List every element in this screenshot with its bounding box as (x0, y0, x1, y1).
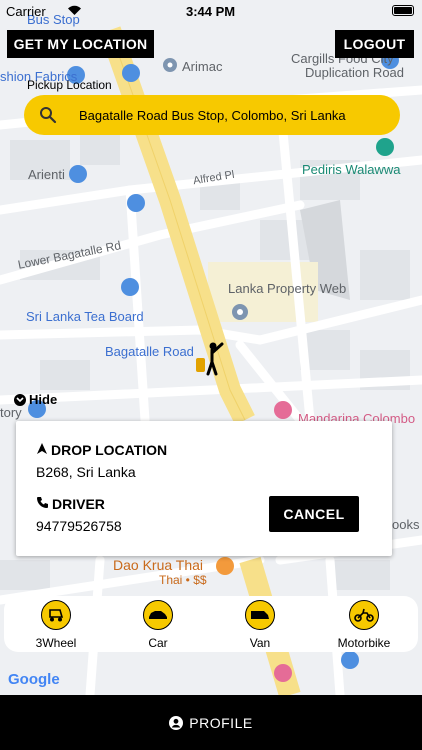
map-label-arienti: Arienti (28, 167, 65, 182)
vehicle-van[interactable]: Van (225, 600, 295, 650)
map-label-arimac: Arimac (182, 59, 223, 74)
profile-bar[interactable]: PROFILE (0, 695, 422, 750)
profile-label: PROFILE (189, 714, 253, 731)
clock: 3:44 PM (186, 4, 236, 19)
driver-phone[interactable]: 94779526758 (36, 518, 122, 534)
map-label-books: ooks (392, 517, 420, 532)
pickup-location-input[interactable]: Bagatalle Road Bus Stop, Colombo, Sri La… (24, 95, 400, 135)
carrier-label: Carrier (6, 4, 46, 19)
vehicle-3wheel-label: 3Wheel (35, 636, 77, 650)
vehicle-3wheel[interactable]: 3Wheel (21, 600, 91, 650)
status-bar: Carrier 3:44 PM (0, 0, 422, 22)
vehicle-motorbike-label: Motorbike (337, 636, 391, 650)
navigation-arrow-icon (36, 442, 48, 458)
map-label-lanka-property: Lanka Property Web (228, 281, 347, 296)
drop-location-title: DROP LOCATION (36, 442, 167, 458)
pickup-label: Pickup Location (27, 78, 112, 92)
map-label-bagatalle-road: Bagatalle Road (105, 344, 194, 359)
ride-info-card: DROP LOCATION B268, Sri Lanka DRIVER 947… (16, 421, 392, 556)
chevron-down-icon (14, 393, 26, 406)
user-circle-icon (169, 715, 184, 730)
search-icon (39, 106, 57, 124)
driver-title-text: DRIVER (52, 496, 105, 512)
vehicle-car-label: Car (148, 636, 168, 650)
vehicle-van-label: Van (249, 636, 271, 650)
hide-label: Hide (29, 392, 58, 407)
driver-title: DRIVER (36, 496, 105, 512)
app-screen: Google Bus Stop shion Fabrics Arimac Car… (0, 0, 422, 750)
drop-location-value: B268, Sri Lanka (36, 464, 136, 480)
car-icon (143, 600, 173, 630)
get-my-location-button[interactable]: GET MY LOCATION (7, 30, 154, 58)
map-label-tea-board: Sri Lanka Tea Board (26, 309, 144, 324)
vehicle-car[interactable]: Car (123, 600, 193, 650)
map-label-tory: tory (0, 405, 22, 420)
map-label-duplication-road: Duplication Road (305, 65, 405, 80)
vehicle-motorbike[interactable]: Motorbike (329, 600, 399, 650)
pickup-location-value: Bagatalle Road Bus Stop, Colombo, Sri La… (79, 107, 346, 123)
logout-button[interactable]: LOGOUT (335, 30, 414, 58)
wifi-icon (67, 4, 82, 19)
tuk-tuk-icon (41, 600, 71, 630)
cancel-button[interactable]: CANCEL (269, 496, 359, 532)
map-label-dao-sub: Thai • $$ (159, 573, 207, 587)
hide-toggle[interactable]: Hide (14, 392, 57, 407)
battery-icon (392, 5, 414, 16)
google-logo: Google (8, 671, 60, 688)
vehicle-selector: 3Wheel Car Van Motorbike (4, 596, 418, 652)
van-icon (245, 600, 275, 630)
drop-location-title-text: DROP LOCATION (51, 442, 168, 458)
motorbike-icon (349, 600, 379, 630)
phone-icon (36, 496, 49, 512)
map-label-pediris: Pediris Walawwa (302, 162, 401, 177)
map-label-dao-krua: Dao Krua Thai (113, 557, 204, 573)
